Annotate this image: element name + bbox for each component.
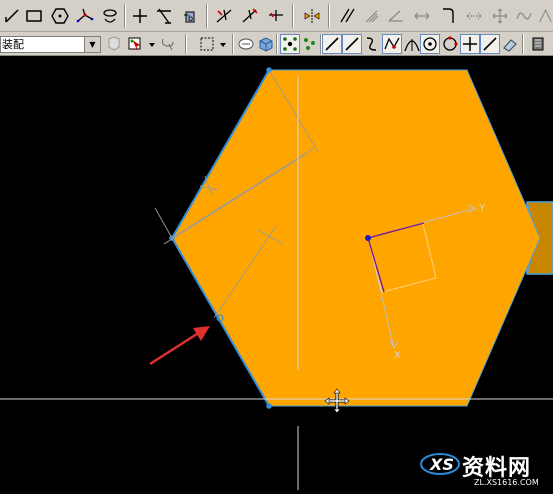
fillet-icon[interactable] bbox=[386, 6, 406, 26]
assembly-filter-dropdown[interactable]: 装配 ▼ bbox=[0, 36, 101, 53]
render-icon[interactable] bbox=[528, 34, 548, 54]
box-select-icon[interactable] bbox=[197, 34, 217, 54]
more-tools-icon[interactable] bbox=[538, 6, 553, 26]
snap-point-icon[interactable] bbox=[300, 34, 320, 54]
assembly-filter-value: 装配 bbox=[2, 38, 24, 51]
vertex-bottom-left[interactable] bbox=[266, 403, 272, 409]
box-select-dropdown-icon[interactable] bbox=[217, 34, 229, 54]
curve-icon[interactable] bbox=[438, 6, 458, 26]
hexagon-icon[interactable] bbox=[50, 6, 70, 26]
svg-text:b: b bbox=[188, 14, 193, 23]
perpendicular-icon[interactable] bbox=[480, 34, 500, 54]
symbol-icon[interactable]: b bbox=[180, 6, 200, 26]
select-filter-icon[interactable] bbox=[126, 34, 146, 54]
dimension-icon[interactable] bbox=[240, 6, 260, 26]
spline-icon[interactable] bbox=[75, 6, 95, 26]
mid-point-icon[interactable] bbox=[382, 34, 402, 54]
arc-tool-icon[interactable] bbox=[514, 6, 534, 26]
select-filter-dropdown-icon[interactable] bbox=[146, 34, 158, 54]
component-icon[interactable] bbox=[104, 34, 124, 54]
slash-icon[interactable] bbox=[342, 34, 362, 54]
line-snap-icon[interactable] bbox=[322, 34, 342, 54]
horizontal-arrows-icon[interactable] bbox=[412, 6, 432, 26]
move-icon[interactable] bbox=[464, 6, 484, 26]
lasso-icon[interactable] bbox=[158, 34, 178, 54]
divide-icon[interactable] bbox=[266, 6, 286, 26]
watermark-site: ZL.XS1616.COM bbox=[474, 478, 539, 487]
angle-icon[interactable] bbox=[362, 6, 382, 26]
end-point-icon[interactable] bbox=[362, 34, 382, 54]
snap-grid-icon[interactable] bbox=[280, 34, 300, 54]
extend-icon[interactable] bbox=[214, 6, 234, 26]
cross-arrows-icon[interactable] bbox=[490, 6, 510, 26]
y-axis-label: Y bbox=[478, 203, 486, 214]
svg-text:XS: XS bbox=[429, 455, 454, 474]
selection-toolbar: 装配 ▼ bbox=[0, 32, 553, 56]
line-icon[interactable] bbox=[2, 6, 22, 26]
point-icon[interactable] bbox=[130, 6, 150, 26]
quadrant-icon[interactable] bbox=[440, 34, 460, 54]
horizontal-constraint-icon[interactable] bbox=[338, 6, 358, 26]
angle-snap-icon[interactable] bbox=[500, 34, 520, 54]
watermark: XS 资料网 ZL.XS1616.COM bbox=[418, 446, 553, 490]
x-axis-label: X bbox=[394, 350, 401, 361]
graphics-canvas[interactable]: Y X bbox=[0, 56, 553, 490]
trim-icon[interactable] bbox=[154, 6, 174, 26]
rectangle-icon[interactable] bbox=[24, 6, 44, 26]
shade-icon[interactable] bbox=[236, 34, 256, 54]
mirror-icon[interactable] bbox=[302, 6, 322, 26]
tangent-icon[interactable] bbox=[402, 34, 422, 54]
chevron-down-icon[interactable]: ▼ bbox=[84, 37, 100, 52]
sketch-toolbar: b bbox=[0, 0, 553, 32]
ellipse-icon[interactable] bbox=[100, 6, 120, 26]
center-icon[interactable] bbox=[420, 34, 440, 54]
solid-icon[interactable] bbox=[256, 34, 276, 54]
intersection-icon[interactable] bbox=[460, 34, 480, 54]
